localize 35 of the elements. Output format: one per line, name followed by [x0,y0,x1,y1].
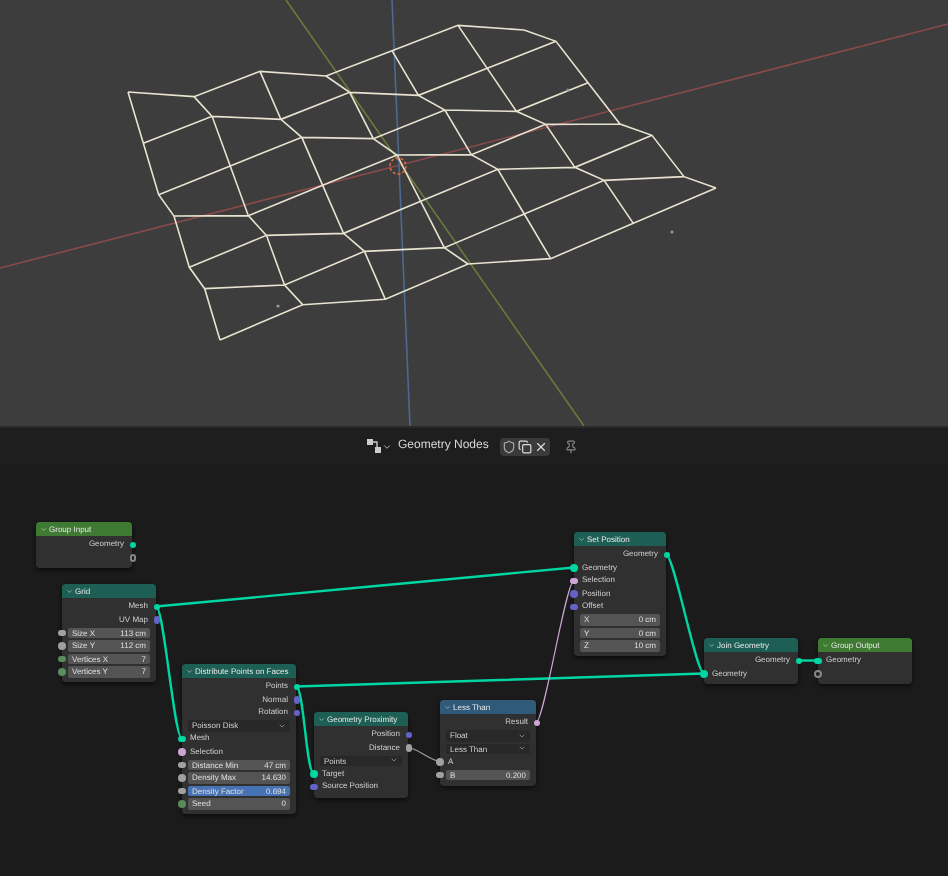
editor-type-button[interactable] [366,438,392,454]
socket-icon[interactable] [58,629,65,636]
socket-icon[interactable] [795,657,802,664]
socket-icon[interactable] [178,787,185,794]
pin-icon[interactable] [564,439,578,453]
caret-icon [382,441,392,451]
collapse-icon[interactable] [186,667,193,675]
collapse-icon[interactable] [318,715,325,723]
socket-icon[interactable] [58,642,65,649]
socket-icon[interactable] [570,564,577,571]
copy-icon[interactable] [518,439,532,453]
socket-icon[interactable] [153,603,160,610]
socket-icon[interactable] [58,655,65,662]
socket-icon[interactable] [436,758,443,765]
socket-icon[interactable] [814,657,821,664]
fake-user-icon[interactable] [502,439,516,453]
socket-icon[interactable] [663,551,670,558]
socket-icon[interactable] [533,719,540,726]
socket-icon[interactable] [178,748,185,755]
socket-icon[interactable] [570,577,577,584]
socket-icon[interactable] [405,744,412,751]
socket-icon[interactable] [178,761,185,768]
empty-socket-icon[interactable] [814,670,821,677]
collapse-icon[interactable] [708,641,715,649]
collapse-icon[interactable] [444,703,451,711]
node-tree-icon [366,438,382,454]
socket-icon[interactable] [178,774,185,781]
empty-socket-icon[interactable] [129,554,136,561]
collapse-icon[interactable] [578,535,585,543]
close-icon[interactable] [534,439,548,453]
socket-icon[interactable] [178,735,185,742]
collapse-icon[interactable] [66,587,73,595]
socket-icon[interactable] [129,541,136,548]
socket-icon[interactable] [436,771,443,778]
socket-icon[interactable] [293,683,300,690]
